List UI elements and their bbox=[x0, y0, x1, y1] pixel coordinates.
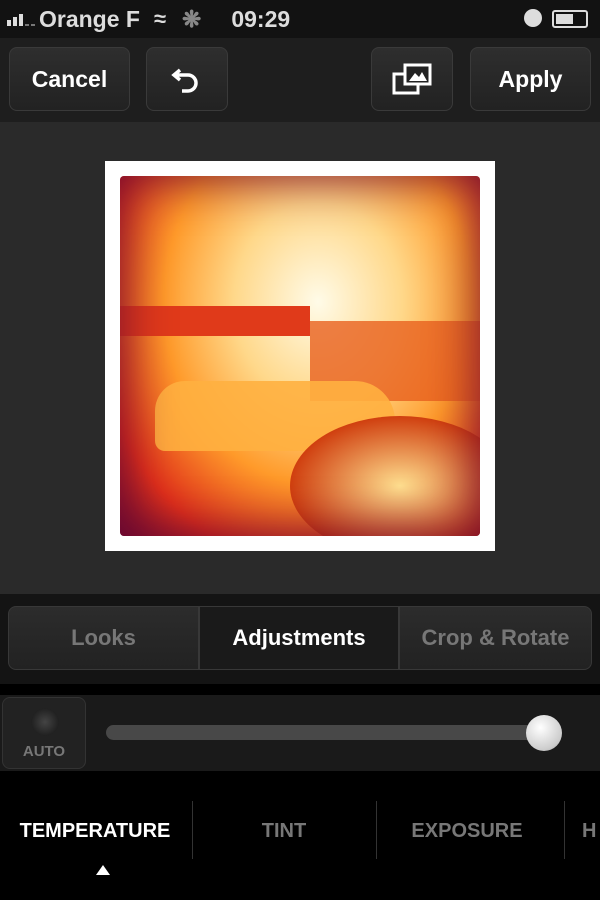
divider bbox=[564, 801, 565, 859]
battery-icon bbox=[552, 10, 588, 28]
param-tint[interactable]: TINT bbox=[193, 803, 375, 859]
cancel-button[interactable]: Cancel bbox=[9, 47, 130, 111]
status-bar: Orange F ≈ ❋ 09:29 bbox=[0, 0, 600, 38]
param-exposure[interactable]: EXPOSURE bbox=[377, 803, 557, 859]
slider-handle[interactable] bbox=[526, 715, 562, 751]
photo-preview[interactable] bbox=[120, 176, 480, 536]
wifi-icon: ≈ bbox=[153, 6, 167, 31]
photo-frame bbox=[105, 161, 495, 551]
tab-adjustments[interactable]: Adjustments bbox=[199, 606, 399, 670]
parameter-selector: TEMPERATURE TINT EXPOSURE H bbox=[0, 771, 600, 900]
tab-looks[interactable]: Looks bbox=[8, 606, 199, 670]
compare-button[interactable] bbox=[371, 47, 453, 111]
tab-crop-rotate[interactable]: Crop & Rotate bbox=[399, 606, 592, 670]
auto-button[interactable]: AUTO bbox=[2, 697, 86, 769]
toolbar: Cancel Apply bbox=[0, 38, 600, 122]
alarm-clock-icon bbox=[524, 9, 542, 27]
apply-button[interactable]: Apply bbox=[470, 47, 591, 111]
param-h[interactable]: H bbox=[582, 803, 600, 859]
auto-label: AUTO bbox=[22, 743, 66, 760]
undo-icon bbox=[171, 68, 198, 93]
auto-indicator-icon bbox=[31, 708, 59, 736]
status-time: 09:29 bbox=[231, 5, 291, 32]
adjustment-slider-bar: AUTO bbox=[0, 695, 600, 771]
activity-spinner-icon: ❋ bbox=[182, 5, 202, 32]
mode-tabs: Looks Adjustments Crop & Rotate bbox=[0, 594, 600, 684]
undo-button[interactable] bbox=[146, 47, 228, 111]
signal-icon bbox=[7, 12, 35, 26]
selected-indicator-icon bbox=[96, 865, 110, 875]
photo-canvas bbox=[0, 122, 600, 594]
slider-track[interactable] bbox=[106, 715, 562, 751]
param-temperature[interactable]: TEMPERATURE bbox=[5, 803, 185, 859]
compare-images-icon bbox=[392, 63, 432, 95]
carrier-name: Orange F bbox=[39, 5, 140, 32]
